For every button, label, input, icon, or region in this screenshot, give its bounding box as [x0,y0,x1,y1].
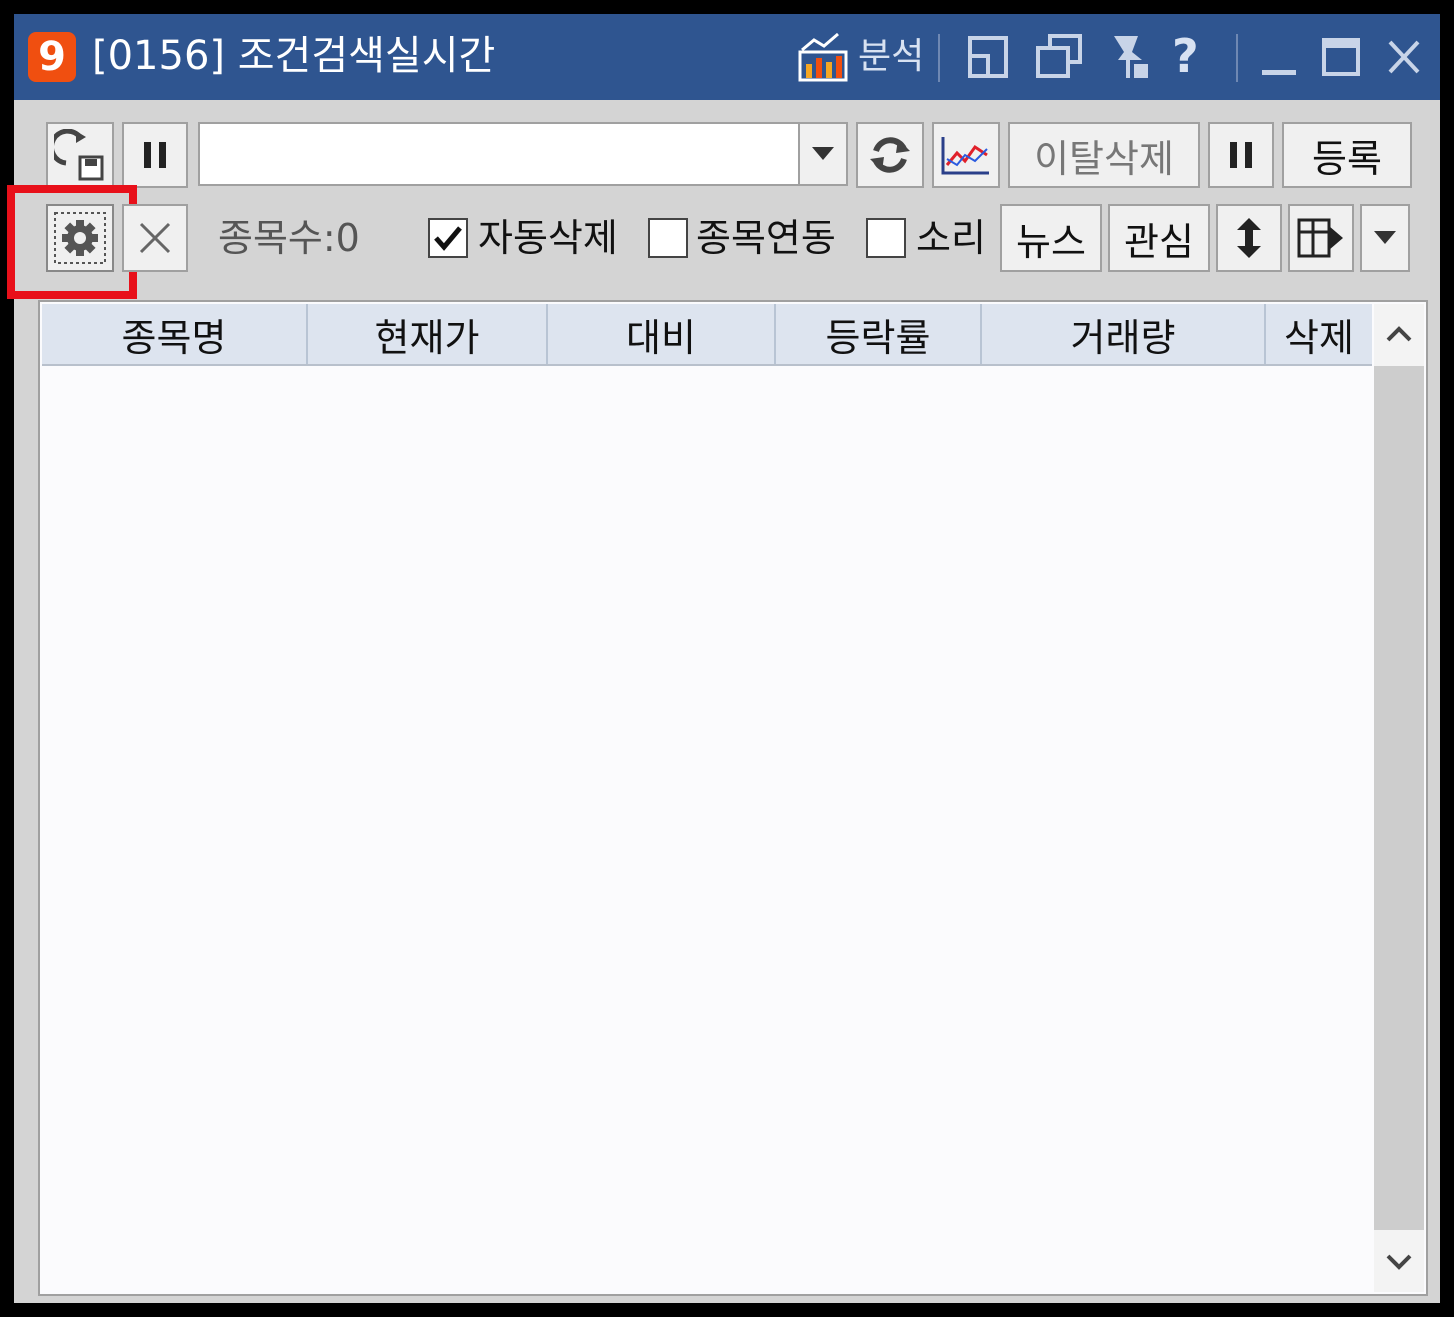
sound-label[interactable]: 소리 [916,214,986,262]
scroll-track[interactable] [1374,366,1424,1230]
vertical-scrollbar[interactable] [1374,304,1424,1292]
refresh-button[interactable] [856,122,924,188]
cascade-icon[interactable] [1034,30,1086,84]
exit-delete-button[interactable]: 이탈삭제 [1008,122,1200,188]
stock-table[interactable]: 종목명 현재가 대비 등락률 거래량 삭제 [38,300,1428,1296]
title-separator [938,34,940,82]
restore-small-icon[interactable] [964,30,1012,84]
title-bar[interactable]: 9 [0156] 조건검색실시간 분석 ? [14,14,1440,100]
sort-button[interactable] [1216,204,1282,272]
x-icon [139,222,171,254]
scroll-down-button[interactable] [1374,1232,1424,1292]
chevron-down-icon [1386,1254,1412,1270]
link-label[interactable]: 종목연동 [696,214,836,262]
help-icon[interactable]: ? [1172,26,1199,86]
column-header[interactable]: 삭제 [1266,304,1372,364]
condition-search-window: 9 [0156] 조건검색실시간 분석 ? 이탈삭제 등록 종목수:0 자동삭제… [7,14,1440,1303]
up-down-arrow-icon [1237,218,1261,258]
pause-button[interactable] [122,122,188,188]
sound-checkbox[interactable] [866,218,906,258]
title-separator [1236,34,1238,82]
column-header[interactable]: 등락률 [776,304,982,364]
pause-icon [1230,142,1252,168]
pause-icon [144,142,166,168]
news-button[interactable]: 뉴스 [1000,204,1102,272]
chevron-down-icon [812,147,834,160]
chevron-down-icon [1374,231,1396,244]
condition-select[interactable] [198,122,848,186]
column-settings-button[interactable] [1288,204,1354,272]
register-button[interactable]: 등록 [1282,122,1412,188]
column-header[interactable]: 현재가 [308,304,548,364]
minimize-icon[interactable] [1258,30,1302,84]
link-checkbox[interactable] [648,218,688,258]
stock-count-label: 종목수:0 [218,216,360,260]
condition-dropdown-button[interactable] [798,124,846,184]
column-header[interactable]: 종목명 [42,304,308,364]
scroll-up-button[interactable] [1374,304,1424,364]
pin-icon[interactable] [1104,30,1154,84]
chevron-up-icon [1386,326,1412,342]
column-header[interactable]: 거래량 [982,304,1266,364]
line-chart-icon [941,137,989,175]
more-dropdown-button[interactable] [1360,204,1410,272]
auto-delete-checkbox[interactable] [428,218,468,258]
chart-analysis-icon[interactable] [796,30,852,84]
save-refresh-button[interactable] [46,122,114,188]
window-title: [0156] 조건검색실시간 [92,33,496,79]
app-logo: 9 [28,32,76,82]
maximize-icon[interactable] [1318,30,1366,84]
auto-delete-label[interactable]: 자동삭제 [478,214,618,262]
highlight-box [7,185,137,299]
refresh-icon [870,137,910,173]
checkmark-icon [434,226,462,251]
chart-button[interactable] [932,122,1000,188]
save-refresh-icon [54,129,104,181]
delete-button[interactable] [122,204,188,272]
table-columns-icon [1297,218,1343,258]
table-header: 종목명 현재가 대비 등락률 거래량 삭제 [42,304,1372,366]
analysis-label[interactable]: 분석 [858,30,924,84]
pause-button-2[interactable] [1208,122,1274,188]
watchlist-button[interactable]: 관심 [1108,204,1210,272]
column-header[interactable]: 대비 [548,304,776,364]
close-icon[interactable] [1384,30,1424,84]
